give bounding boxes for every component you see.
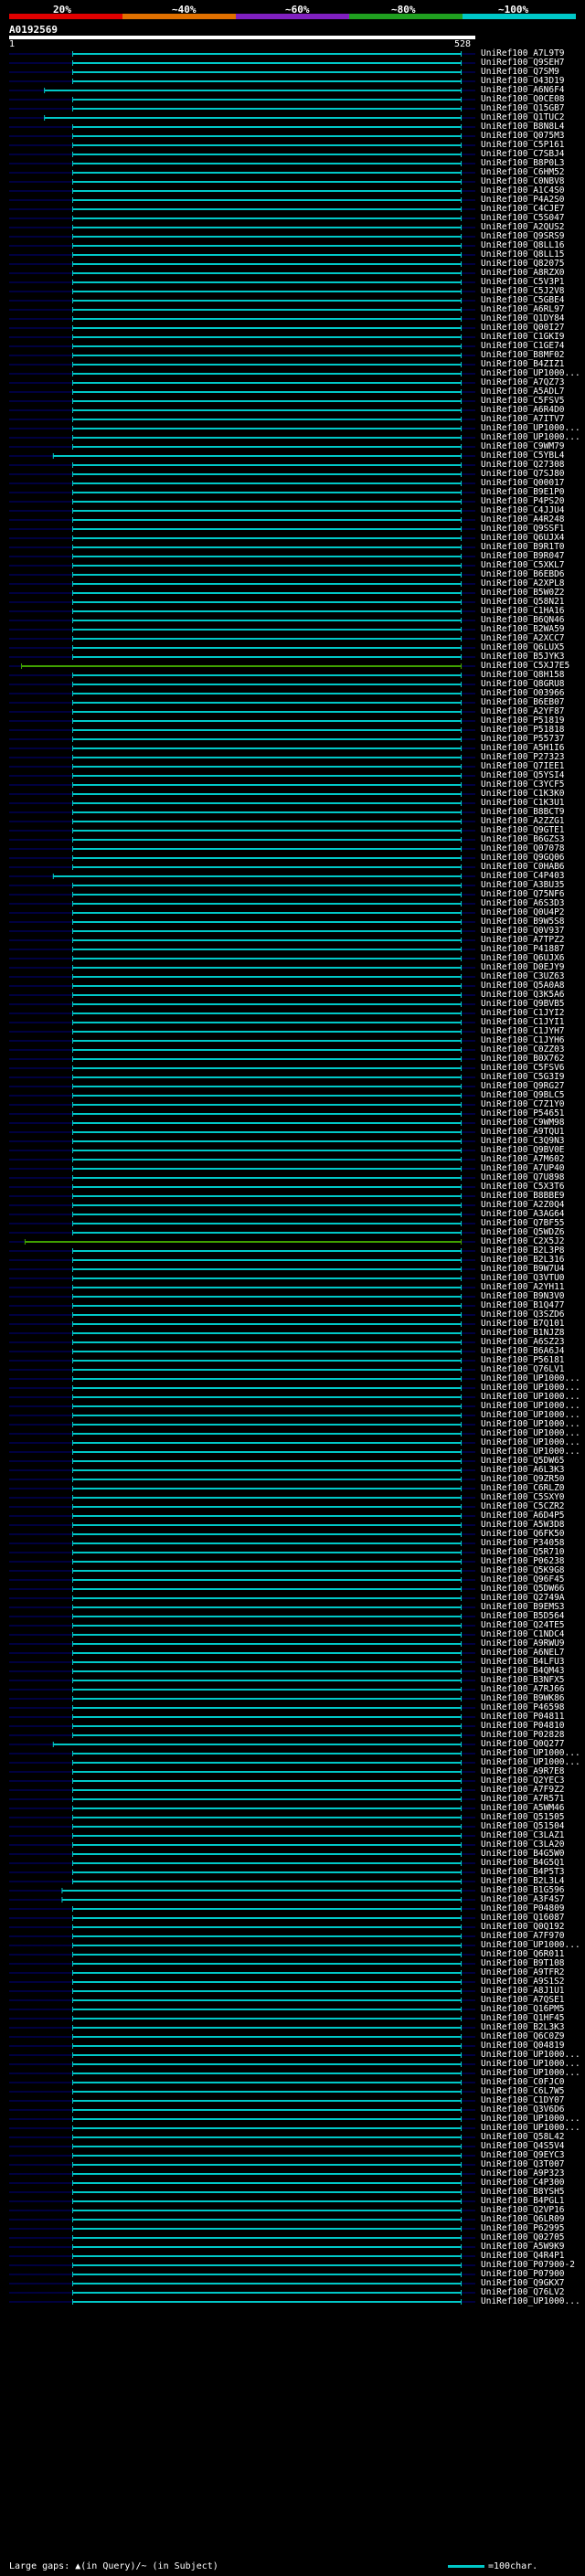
hit-label[interactable]: UniRef100_UP1000... xyxy=(481,2297,580,2306)
footer-legend: Large gaps: ▲(in Query)/~ (in Subject) =… xyxy=(9,2561,576,2574)
scale-legend: =100char. xyxy=(448,2561,537,2571)
scale-line-swatch xyxy=(448,2564,484,2568)
hit-list: UniRef100_A7L9T9 UniRef100_Q9SEH7 UniRef10… xyxy=(0,0,585,2576)
scale-legend-label: =100char. xyxy=(488,2561,538,2571)
gap-legend: Large gaps: ▲(in Query)/~ (in Subject) xyxy=(9,2561,218,2571)
